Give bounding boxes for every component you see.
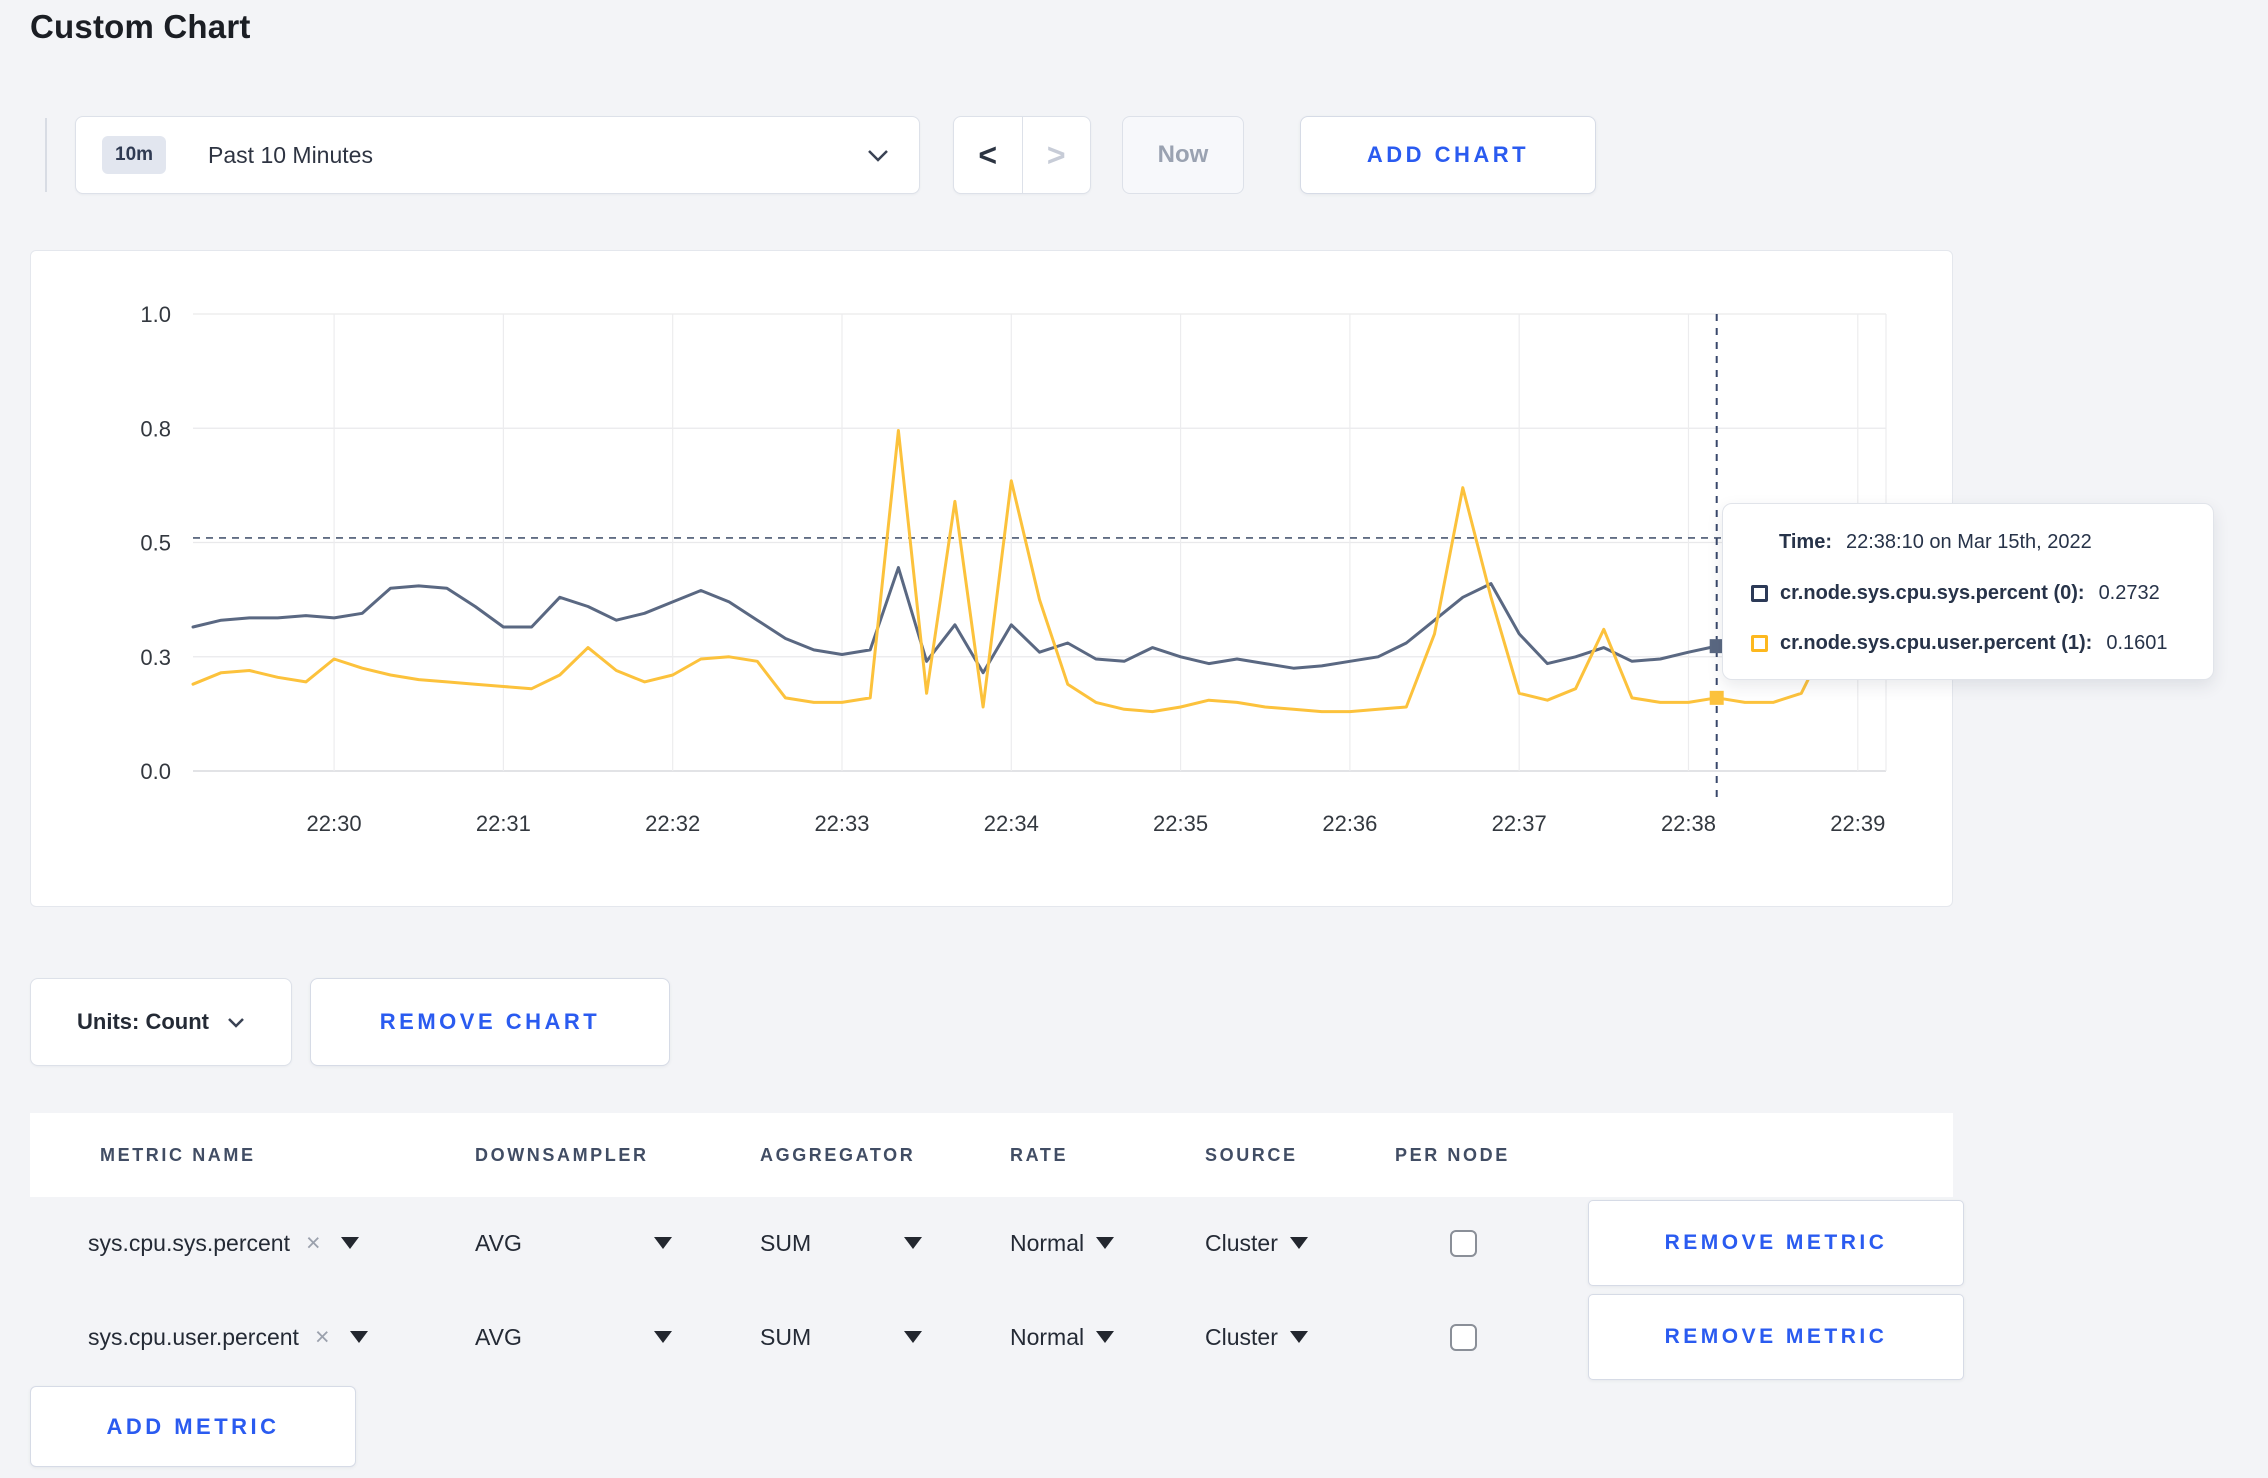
caret-down-icon xyxy=(340,1237,359,1249)
column-header: AGGREGATOR xyxy=(760,1144,916,1165)
sys-series-swatch-icon xyxy=(1751,584,1768,602)
aggregator-value: SUM xyxy=(760,1323,812,1350)
per-node-checkbox[interactable] xyxy=(1450,1229,1477,1257)
caret-down-icon xyxy=(1289,1331,1308,1343)
tooltip-series-row: cr.node.sys.cpu.sys.percent (0): 0.2732 xyxy=(1751,582,2185,605)
svg-text:22:30: 22:30 xyxy=(307,811,362,836)
remove-chart-button[interactable]: REMOVE CHART xyxy=(310,978,670,1066)
per-node-checkbox[interactable] xyxy=(1450,1323,1477,1351)
add-metric-button[interactable]: ADD METRIC xyxy=(30,1386,356,1467)
svg-text:22:38: 22:38 xyxy=(1661,811,1716,836)
metric-name: sys.cpu.sys.percent xyxy=(88,1229,290,1256)
tooltip-series-label: cr.node.sys.cpu.sys.percent (0): xyxy=(1780,581,2085,604)
metric-name-select[interactable]: sys.cpu.user.percent × xyxy=(88,1323,475,1352)
svg-text:22:39: 22:39 xyxy=(1830,811,1885,836)
downsampler-value: AVG xyxy=(475,1323,522,1350)
svg-text:0.5: 0.5 xyxy=(140,531,171,556)
metric-row: sys.cpu.user.percent × AVG SUM Normal Cl… xyxy=(30,1290,1964,1384)
tooltip-series-value: 0.1601 xyxy=(2106,632,2168,654)
tooltip-time-value: 22:38:10 on Mar 15th, 2022 xyxy=(1845,531,2092,553)
remove-token-icon[interactable]: × xyxy=(315,1323,330,1352)
units-select[interactable]: Units: Count xyxy=(30,978,292,1066)
column-header: DOWNSAMPLER xyxy=(475,1144,649,1165)
svg-text:1.0: 1.0 xyxy=(140,302,171,327)
column-header: METRIC NAME xyxy=(100,1144,256,1165)
time-nav-group: < > xyxy=(953,116,1091,194)
aggregator-select[interactable]: SUM xyxy=(760,1230,1010,1257)
caret-down-icon xyxy=(904,1331,922,1343)
caret-down-icon xyxy=(349,1331,368,1343)
remove-metric-button[interactable]: REMOVE METRIC xyxy=(1588,1200,1964,1286)
downsampler-select[interactable]: AVG xyxy=(475,1324,760,1351)
rate-value: Normal xyxy=(1010,1323,1085,1350)
svg-text:22:31: 22:31 xyxy=(476,811,531,836)
column-header: RATE xyxy=(1010,1144,1069,1165)
downsampler-select[interactable]: AVG xyxy=(475,1230,760,1257)
time-range-label: Past 10 Minutes xyxy=(208,141,373,168)
caret-down-icon xyxy=(654,1331,672,1343)
chart-tooltip: Time: 22:38:10 on Mar 15th, 2022 cr.node… xyxy=(1722,503,2214,680)
column-header: PER NODE xyxy=(1395,1144,1510,1165)
source-select[interactable]: Cluster xyxy=(1205,1324,1395,1351)
tooltip-time-row: Time: 22:38:10 on Mar 15th, 2022 xyxy=(1751,531,2185,554)
add-chart-button[interactable]: ADD CHART xyxy=(1300,116,1596,194)
tooltip-time-label: Time: xyxy=(1779,531,1832,553)
caret-down-icon xyxy=(654,1237,672,1249)
chart-card: 0.0 0.3 0.5 0.8 1.0 22:30 22:31 22:32 22:33 22:34… xyxy=(30,250,1953,907)
now-button[interactable]: Now xyxy=(1122,116,1244,194)
units-label: Units: Count xyxy=(77,1009,209,1034)
time-prev-button[interactable]: < xyxy=(954,117,1023,193)
time-next-button[interactable]: > xyxy=(1023,117,1091,193)
time-range-select[interactable]: 10m Past 10 Minutes xyxy=(75,116,920,194)
metrics-table-header: METRIC NAME DOWNSAMPLER AGGREGATOR RATE … xyxy=(30,1113,1953,1197)
chevron-down-icon xyxy=(228,1017,244,1028)
aggregator-value: SUM xyxy=(760,1229,812,1256)
aggregator-select[interactable]: SUM xyxy=(760,1324,1010,1351)
caret-down-icon xyxy=(1096,1237,1115,1249)
svg-text:22:33: 22:33 xyxy=(814,811,869,836)
chevron-right-icon: > xyxy=(1046,136,1066,173)
downsampler-value: AVG xyxy=(475,1229,522,1256)
tooltip-series-label: cr.node.sys.cpu.user.percent (1): xyxy=(1780,632,2093,654)
time-range-badge: 10m xyxy=(102,136,167,174)
source-select[interactable]: Cluster xyxy=(1205,1230,1395,1257)
caret-down-icon xyxy=(1289,1237,1308,1249)
caret-down-icon xyxy=(904,1237,922,1249)
line-chart[interactable]: 0.0 0.3 0.5 0.8 1.0 22:30 22:31 22:32 22:33 22:34… xyxy=(31,251,1954,908)
metric-row: sys.cpu.sys.percent × AVG SUM Normal Clu… xyxy=(30,1196,1964,1290)
svg-text:22:35: 22:35 xyxy=(1153,811,1208,836)
chevron-down-icon xyxy=(868,149,888,162)
rate-select[interactable]: Normal xyxy=(1010,1324,1205,1351)
custom-chart-page: Custom Chart 10m Past 10 Minutes < > Now… xyxy=(0,0,2268,1478)
tooltip-series-row: cr.node.sys.cpu.user.percent (1): 0.1601 xyxy=(1751,632,2185,655)
svg-text:0.0: 0.0 xyxy=(140,759,171,784)
metric-name-select[interactable]: sys.cpu.sys.percent × xyxy=(88,1229,475,1258)
svg-text:22:37: 22:37 xyxy=(1492,811,1547,836)
source-value: Cluster xyxy=(1205,1229,1278,1256)
svg-text:0.8: 0.8 xyxy=(140,416,171,441)
svg-text:22:34: 22:34 xyxy=(984,811,1039,836)
svg-text:22:32: 22:32 xyxy=(645,811,700,836)
toolbar-divider xyxy=(45,118,47,192)
rate-select[interactable]: Normal xyxy=(1010,1230,1205,1257)
page-title: Custom Chart xyxy=(30,8,251,45)
metric-name: sys.cpu.user.percent xyxy=(88,1323,299,1350)
svg-text:22:36: 22:36 xyxy=(1322,811,1377,836)
column-header: SOURCE xyxy=(1205,1144,1298,1165)
chevron-left-icon: < xyxy=(978,136,998,173)
remove-token-icon[interactable]: × xyxy=(306,1229,321,1258)
tooltip-series-value: 0.2732 xyxy=(2098,581,2160,604)
rate-value: Normal xyxy=(1010,1229,1085,1256)
svg-text:0.3: 0.3 xyxy=(140,645,171,670)
source-value: Cluster xyxy=(1205,1323,1278,1350)
caret-down-icon xyxy=(1096,1331,1115,1343)
user-series-swatch-icon xyxy=(1751,635,1768,652)
remove-metric-button[interactable]: REMOVE METRIC xyxy=(1588,1294,1964,1380)
